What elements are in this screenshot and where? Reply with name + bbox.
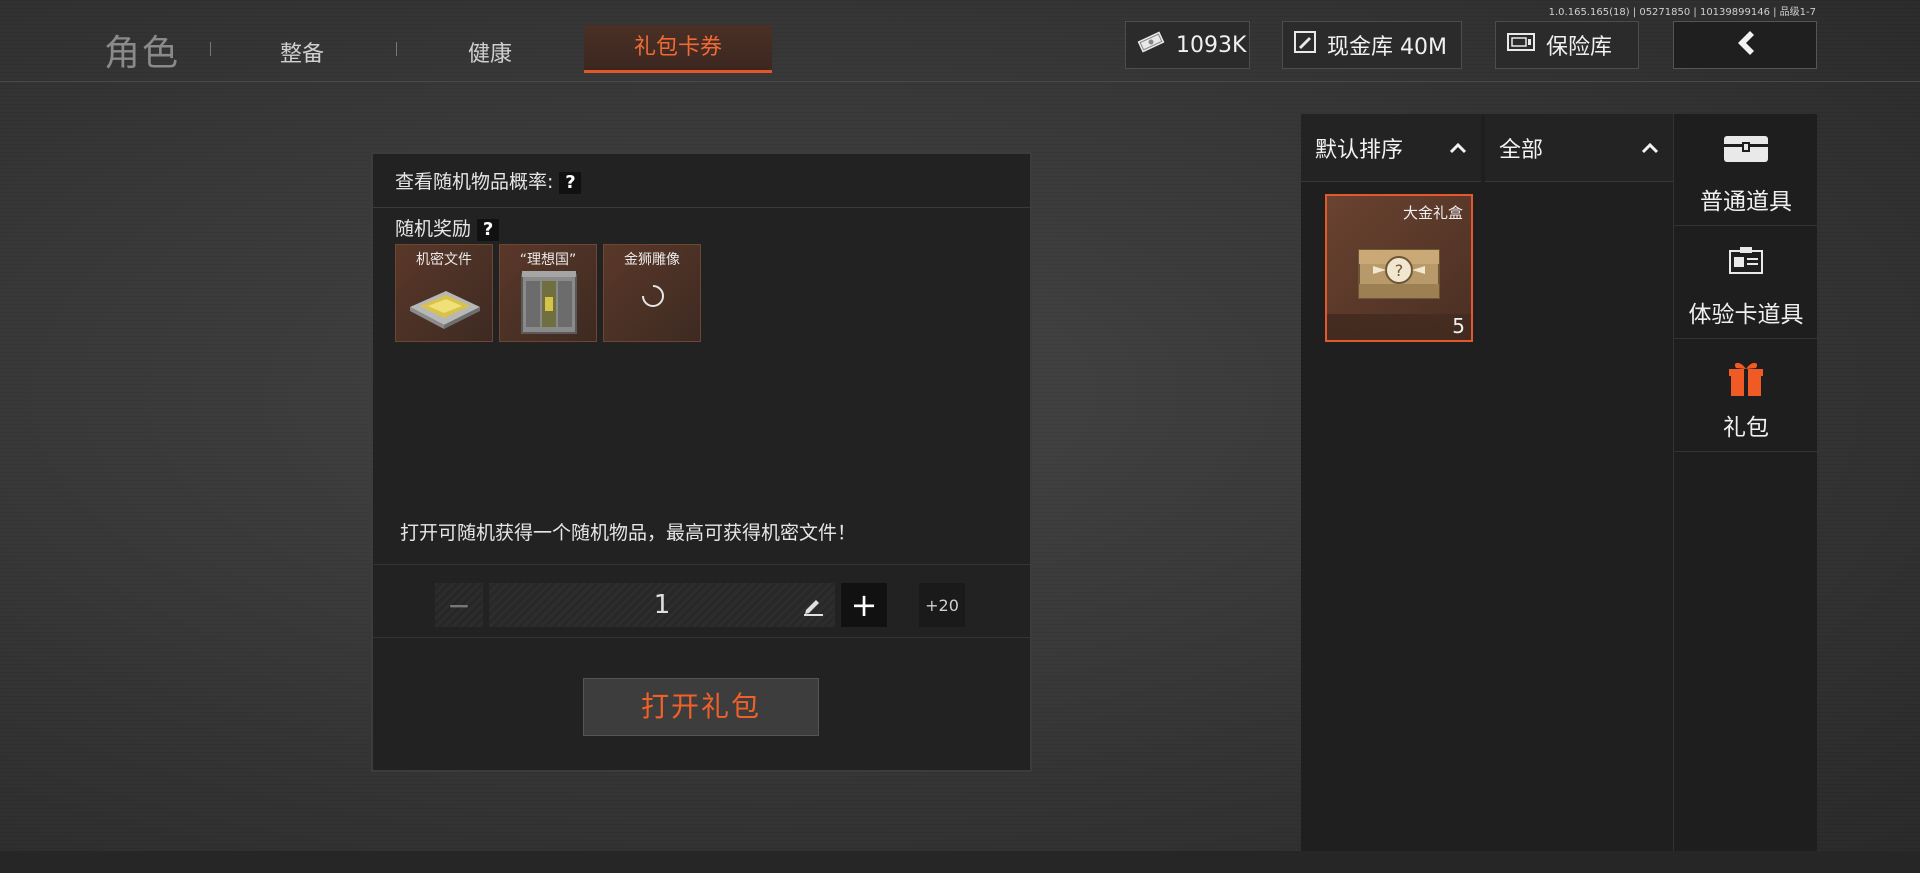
quantity-value: 1: [653, 590, 671, 620]
bottom-bar: [0, 851, 1920, 873]
add-twenty-button[interactable]: +20: [919, 583, 965, 627]
nav-separator: [210, 42, 211, 56]
gift-icon: [1726, 358, 1766, 402]
item-name: 大金礼盒: [1402, 204, 1463, 222]
sort-dropdown[interactable]: 默认排序: [1301, 114, 1481, 182]
gift-description: 打开可随机获得一个随机物品，最高可获得机密文件！: [400, 522, 857, 544]
secret-file-icon: [406, 273, 484, 339]
svg-text:?: ?: [1395, 261, 1404, 280]
chest-icon: [1722, 132, 1770, 168]
reward-item-label: “理想国”: [519, 252, 577, 268]
cash-vault-icon: [1293, 30, 1317, 60]
gold-chest-icon: ?: [1353, 232, 1445, 310]
probability-header[interactable]: 查看随机物品概率: ?: [373, 154, 1030, 208]
category-label: 普通道具: [1700, 189, 1792, 215]
reward-item-label: 机密文件: [416, 252, 472, 268]
banknote-icon: [1136, 31, 1166, 59]
reward-item[interactable]: 金狮雕像: [603, 244, 701, 342]
quantity-stepper: − 1 + +20: [373, 564, 1030, 638]
increase-button[interactable]: +: [841, 583, 887, 627]
version-info: 1.0.165.165(18) | 05271850 | 10139899146…: [1548, 7, 1816, 18]
help-icon[interactable]: ?: [559, 171, 582, 194]
help-icon[interactable]: ?: [477, 218, 500, 241]
safe-icon: [1506, 31, 1536, 59]
cash-vault-label: 现金库 40M: [1327, 35, 1447, 60]
filter-label: 全部: [1499, 137, 1544, 163]
category-label: 礼包: [1723, 415, 1769, 441]
category-trial-card-items[interactable]: 体验卡道具: [1674, 227, 1818, 339]
loading-spinner-icon: [640, 283, 666, 313]
safe-button[interactable]: 保险库: [1495, 21, 1639, 69]
sort-label: 默认排序: [1315, 137, 1404, 163]
reward-section-title: 随机奖励 ?: [395, 214, 500, 241]
probability-label: 查看随机物品概率:: [395, 171, 554, 193]
inventory-panel: 默认排序 全部 大金礼盒 ? 5: [1301, 114, 1673, 852]
decrease-button[interactable]: −: [435, 583, 483, 627]
tab-gift-coupons[interactable]: 礼包卡券: [584, 25, 772, 73]
open-gift-button[interactable]: 打开礼包: [583, 678, 819, 736]
category-gift-packs[interactable]: 礼包: [1674, 340, 1818, 452]
category-sidebar: 普通道具 体验卡道具 礼包: [1673, 114, 1818, 852]
cash-vault-button[interactable]: 现金库 40M: [1282, 21, 1462, 69]
category-normal-items[interactable]: 普通道具: [1674, 114, 1818, 226]
pencil-icon[interactable]: [791, 583, 835, 627]
reward-item[interactable]: 机密文件: [395, 244, 493, 342]
item-count: 5: [1452, 314, 1465, 338]
reward-item[interactable]: “理想国”: [499, 244, 597, 342]
reward-item-label: 金狮雕像: [624, 252, 680, 268]
tab-health[interactable]: 健康: [468, 36, 512, 68]
safe-label: 保险库: [1546, 35, 1613, 60]
page-title: 角色: [104, 33, 181, 74]
chevron-left-icon: [1730, 28, 1760, 62]
tab-equipment[interactable]: 整备: [280, 36, 324, 68]
chevron-up-icon: [1449, 135, 1467, 160]
gift-detail-card: 查看随机物品概率: ? 随机奖励 ? 机密文件 “理想国” 金狮雕像 打开可随机…: [371, 152, 1032, 772]
back-button[interactable]: [1673, 21, 1817, 69]
nav-separator: [396, 42, 397, 56]
reward-title-label: 随机奖励: [395, 218, 472, 240]
filter-dropdown[interactable]: 全部: [1485, 114, 1673, 182]
bills-amount: 1093K: [1176, 32, 1247, 58]
quantity-input[interactable]: 1: [489, 583, 835, 627]
id-card-icon: [1726, 245, 1766, 281]
category-label: 体验卡道具: [1688, 302, 1804, 328]
top-bar: 1.0.165.165(18) | 05271850 | 10139899146…: [0, 0, 1920, 82]
inventory-item-gold-gift-box[interactable]: 大金礼盒 ? 5: [1325, 194, 1473, 342]
slot-stripe: [1327, 314, 1471, 340]
bills-currency[interactable]: 1093K: [1125, 21, 1250, 69]
republic-item-icon: [518, 269, 580, 343]
chevron-up-icon: [1641, 135, 1659, 160]
